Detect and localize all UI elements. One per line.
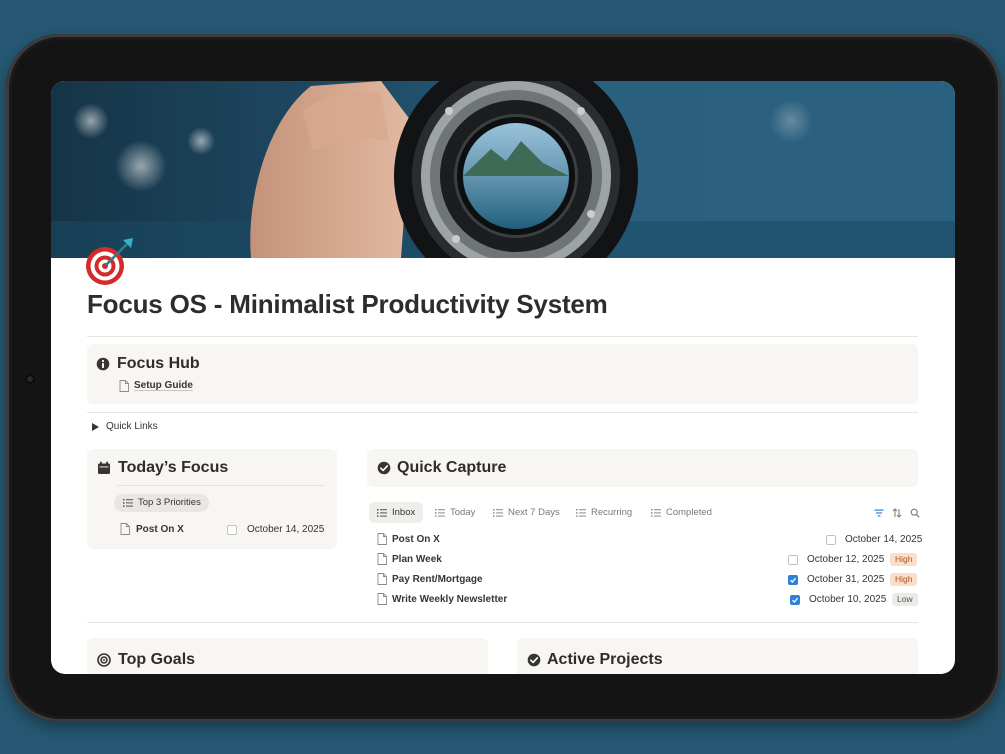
- target-icon: [97, 653, 111, 667]
- search-icon[interactable]: [910, 508, 920, 518]
- list-icon: [377, 509, 387, 517]
- done-checkbox[interactable]: [788, 555, 798, 565]
- item-title[interactable]: Plan Week: [392, 554, 442, 565]
- done-checkbox[interactable]: [826, 535, 836, 545]
- quick-capture-callout: Quick Capture: [367, 449, 918, 487]
- list-item[interactable]: Write Weekly Newsletter October 10, 2025…: [371, 593, 919, 608]
- tab-next-7-days[interactable]: Next 7 Days: [493, 507, 573, 521]
- item-title[interactable]: Post On X: [392, 534, 440, 545]
- item-date: October 12, 2025: [807, 554, 885, 565]
- tab-recurring[interactable]: Recurring: [576, 507, 646, 521]
- cover-photo-lens: [51, 81, 955, 258]
- list-icon: [651, 509, 661, 517]
- tablet-frame: Focus OS - Minimalist Productivity Syste…: [6, 34, 1001, 722]
- divider: [87, 336, 918, 337]
- item-date: October 31, 2025: [807, 574, 885, 585]
- checkmark-icon: [792, 597, 799, 603]
- triangle-right-icon[interactable]: [92, 423, 99, 431]
- item-title[interactable]: Write Weekly Newsletter: [392, 594, 507, 605]
- filter-icon[interactable]: [874, 508, 884, 518]
- focus-hub-title: Focus Hub: [117, 355, 200, 372]
- done-checkbox-checked[interactable]: [790, 595, 800, 605]
- done-checkbox[interactable]: [227, 525, 237, 535]
- item-date: October 14, 2025: [247, 524, 325, 535]
- divider: [87, 622, 918, 623]
- document-icon: [377, 533, 387, 545]
- list-icon: [435, 509, 445, 517]
- document-icon: [120, 523, 130, 535]
- sort-icon[interactable]: [892, 508, 902, 518]
- quick-links-label: Quick Links: [106, 421, 158, 432]
- list-icon: [493, 509, 503, 517]
- item-title[interactable]: Post On X: [136, 524, 184, 535]
- active-projects-title: Active Projects: [547, 651, 663, 668]
- quick-links-toggle[interactable]: Quick Links: [89, 421, 209, 435]
- page-title[interactable]: Focus OS - Minimalist Productivity Syste…: [87, 289, 608, 320]
- list-icon: [123, 499, 133, 507]
- focus-hub-callout: Focus Hub Setup Guide: [87, 344, 918, 404]
- checkmark-icon: [790, 577, 797, 583]
- list-item[interactable]: Post On X October 14, 2025: [371, 533, 923, 548]
- document-icon: [377, 553, 387, 565]
- dart-target-icon[interactable]: [85, 236, 135, 286]
- list-item[interactable]: Post On X October 14, 2025: [117, 523, 327, 537]
- cover-image[interactable]: [51, 81, 955, 258]
- item-title[interactable]: Pay Rent/Mortgage: [392, 574, 483, 585]
- quick-capture-title: Quick Capture: [397, 459, 507, 476]
- notion-page: Focus OS - Minimalist Productivity Syste…: [51, 81, 955, 674]
- top-3-priorities-view-tab[interactable]: Top 3 Priorities: [114, 494, 209, 512]
- tab-completed[interactable]: Completed: [651, 507, 721, 521]
- item-date: October 14, 2025: [845, 534, 923, 545]
- active-projects-callout: Active Projects: [517, 638, 918, 674]
- todays-focus-callout: Today’s Focus Top 3 Priorities Post On X…: [87, 449, 337, 549]
- check-circle-icon: [377, 461, 391, 475]
- front-camera: [25, 374, 35, 384]
- info-circle-icon: [96, 357, 110, 371]
- document-icon: [377, 573, 387, 585]
- tab-label: Completed: [666, 507, 712, 518]
- tab-today[interactable]: Today: [435, 507, 485, 521]
- view-tab-label: Top 3 Priorities: [138, 497, 201, 508]
- item-date: October 10, 2025: [809, 594, 887, 605]
- calendar-icon: [98, 461, 110, 474]
- list-item[interactable]: Plan Week October 12, 2025 High: [371, 553, 919, 568]
- list-item[interactable]: Pay Rent/Mortgage October 31, 2025 High: [371, 573, 919, 588]
- tab-label: Next 7 Days: [508, 507, 560, 518]
- todays-focus-title: Today’s Focus: [118, 459, 229, 476]
- top-goals-title: Top Goals: [118, 651, 196, 668]
- priority-tag: High: [890, 573, 918, 586]
- list-icon: [576, 509, 586, 517]
- tab-inbox[interactable]: Inbox: [377, 507, 427, 521]
- tab-label: Inbox: [392, 507, 416, 518]
- top-goals-callout: Top Goals: [87, 638, 488, 674]
- priority-tag: Low: [892, 593, 918, 606]
- tab-label: Today: [450, 507, 476, 518]
- done-checkbox-checked[interactable]: [788, 575, 798, 585]
- tab-label: Recurring: [591, 507, 633, 518]
- check-circle-icon: [527, 653, 541, 667]
- priority-tag: High: [890, 553, 918, 566]
- document-icon: [119, 380, 129, 392]
- document-icon: [377, 593, 387, 605]
- divider: [87, 412, 918, 413]
- setup-guide-link[interactable]: Setup Guide: [134, 380, 193, 391]
- divider: [117, 485, 325, 486]
